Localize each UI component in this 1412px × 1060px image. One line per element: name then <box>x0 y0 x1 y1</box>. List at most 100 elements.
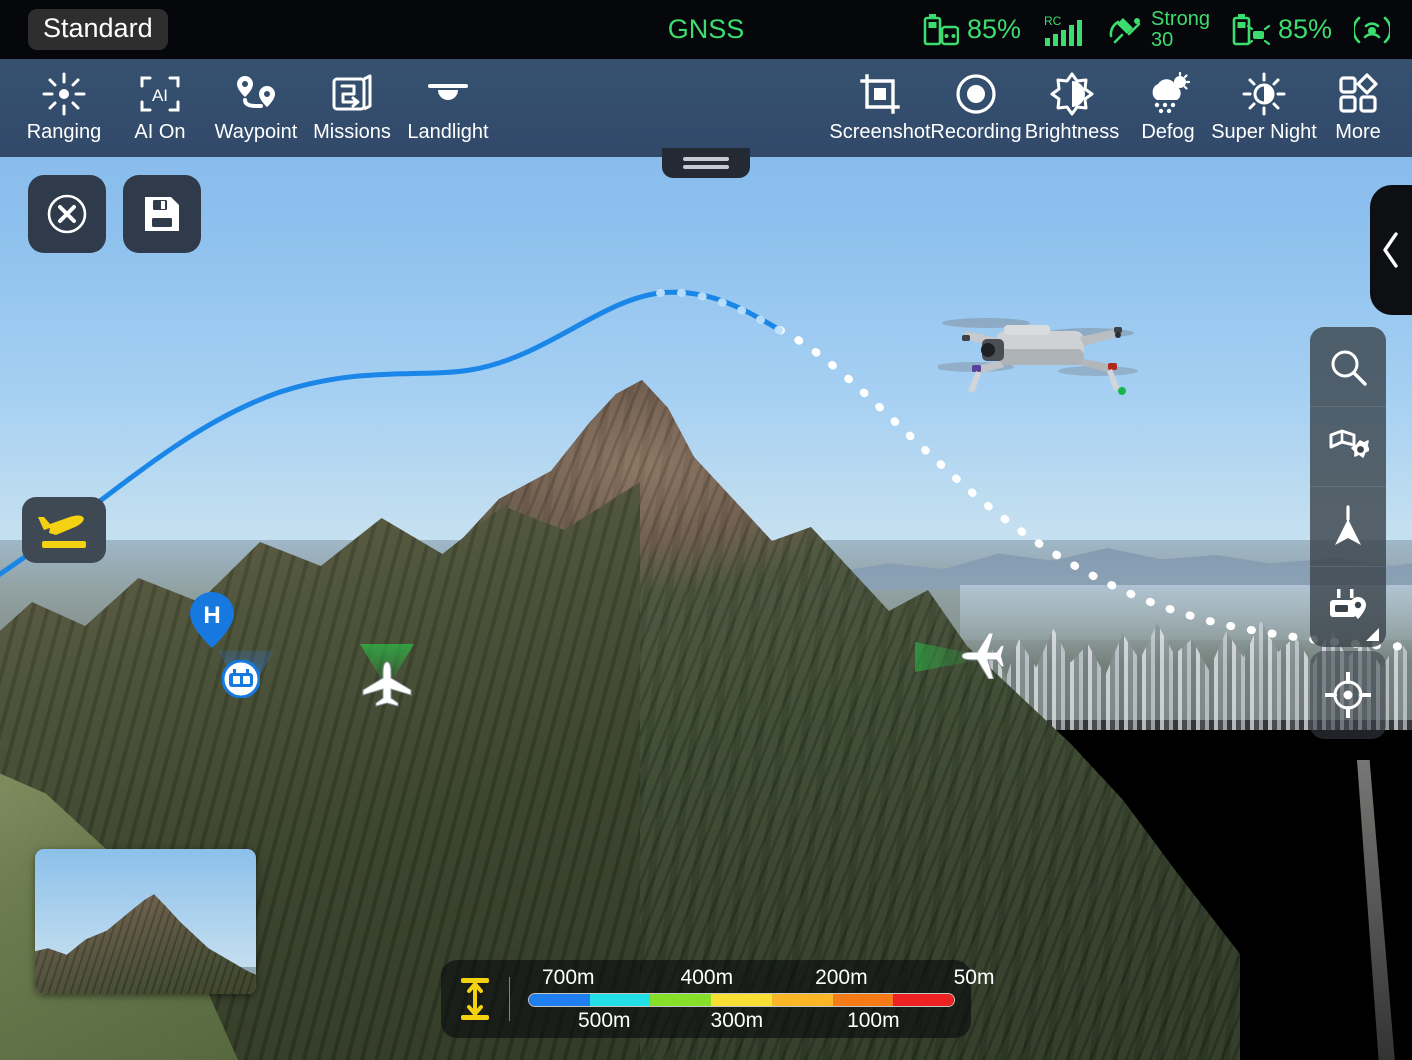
altitude-label: 100m <box>847 1009 900 1032</box>
tool-label: Missions <box>313 121 391 143</box>
tool-super-night[interactable]: Super Night <box>1211 62 1317 154</box>
save-button[interactable] <box>123 175 201 253</box>
gps-readout: Strong 30 <box>1151 9 1210 50</box>
super-night-icon <box>1242 72 1286 116</box>
altitude-legend: 700m 400m 200m 50m 500m 300m 100m <box>441 960 994 1038</box>
road <box>1357 760 1395 1060</box>
tool-label: Ranging <box>26 121 102 143</box>
gps-satellite-count: 30 <box>1151 28 1174 51</box>
recording-icon <box>954 72 998 116</box>
camera-location-icon <box>1330 589 1366 619</box>
drone-3d-model <box>938 318 1138 395</box>
tool-label: More <box>1335 121 1381 143</box>
altitude-segment <box>893 994 954 1006</box>
status-indicators: 85% RC Strong 30 85% <box>923 9 1390 50</box>
edit-action-buttons <box>28 175 201 253</box>
home-pin-label: H <box>203 602 220 629</box>
altitude-scale: 700m 400m 200m 50m 500m 300m 100m <box>528 960 994 1038</box>
rc-signal-bars-icon: RC <box>1044 14 1083 46</box>
close-circle-icon <box>47 194 87 234</box>
drone-flight-app: H Standard GNSS 85% RC Strong 30 85% Ran… <box>0 0 1412 1060</box>
tool-recording[interactable]: Recording <box>928 62 1024 154</box>
altitude-labels-top: 700m 400m 200m 50m <box>528 966 994 990</box>
map-tool-panel <box>1310 327 1386 647</box>
drone-battery-value: 85% <box>1277 14 1332 44</box>
tool-label: AI On <box>134 121 186 143</box>
waypoint-icon <box>233 72 279 116</box>
rc-battery-indicator[interactable]: 85% <box>923 13 1021 46</box>
altitude-label: 50m <box>953 966 995 989</box>
takeoff-button[interactable] <box>22 497 106 563</box>
search-icon <box>1331 350 1367 386</box>
rc-signal-indicator[interactable]: RC <box>1043 13 1087 47</box>
rc-marker-icon[interactable] <box>222 660 260 698</box>
altitude-label: 200m <box>815 966 868 989</box>
brightness-icon <box>1050 72 1094 116</box>
rc-signal-label: RC <box>1044 14 1062 28</box>
missions-icon <box>330 72 374 116</box>
tool-label: Recording <box>930 121 1022 143</box>
transmission-signal-icon <box>1354 16 1390 43</box>
svg-text:AI: AI <box>152 86 168 105</box>
altitude-segment <box>711 994 772 1006</box>
altitude-segment <box>771 994 833 1006</box>
toolbar-right-group: Screenshot Recording Brightness Defog Su… <box>829 62 1404 154</box>
tool-brightness[interactable]: Brightness <box>1024 62 1120 154</box>
tool-label: Super Night <box>1211 121 1317 143</box>
takeoff-plane-icon <box>38 515 86 548</box>
gps-indicator[interactable]: Strong 30 <box>1109 9 1210 50</box>
tool-screenshot[interactable]: Screenshot <box>829 62 931 154</box>
tool-label: Landlight <box>407 121 489 143</box>
camera-preview-thumbnail[interactable] <box>35 849 256 994</box>
flight-mode-badge[interactable]: Standard <box>28 9 168 50</box>
camera-toolbar: Ranging AI AI On Waypoint Missions Landl… <box>0 59 1412 157</box>
transmission-indicator[interactable] <box>1354 13 1390 47</box>
landlight-icon <box>424 72 472 116</box>
aircraft-icon[interactable] <box>957 633 1009 679</box>
satellite-icon <box>1109 17 1141 43</box>
drone-battery-indicator[interactable]: 85% <box>1232 13 1332 46</box>
gps-strength: Strong <box>1151 8 1210 31</box>
toolbar-left-group: Ranging AI AI On Waypoint Missions Landl… <box>16 62 496 154</box>
drag-handle-line <box>683 165 729 169</box>
tool-more[interactable]: More <box>1312 62 1404 154</box>
recenter-button[interactable] <box>1310 651 1386 739</box>
altitude-range-icon <box>441 976 509 1022</box>
altitude-segment <box>589 994 651 1006</box>
tool-ai-on[interactable]: AI AI On <box>112 62 208 154</box>
corner-indicator-icon <box>1366 628 1379 641</box>
defog-icon <box>1145 72 1191 116</box>
tool-defog[interactable]: Defog <box>1120 62 1216 154</box>
tool-label: Brightness <box>1024 121 1120 143</box>
altitude-label: 700m <box>542 966 595 989</box>
rc-battery-icon <box>923 13 959 45</box>
altitude-gradient-bar <box>528 993 955 1007</box>
save-floppy-icon <box>145 197 179 231</box>
north-arrow-icon <box>1335 504 1361 545</box>
tool-waypoint[interactable]: Waypoint <box>208 62 304 154</box>
search-button[interactable] <box>1310 327 1386 407</box>
chevron-left-icon <box>1383 232 1398 268</box>
toolbar-drag-handle[interactable] <box>662 148 750 178</box>
altitude-segment <box>832 994 894 1006</box>
tool-missions[interactable]: Missions <box>304 62 400 154</box>
tool-label: Screenshot <box>829 121 931 143</box>
cancel-button[interactable] <box>28 175 106 253</box>
aircraft-icon[interactable] <box>361 660 413 708</box>
home-pin-icon[interactable]: H <box>190 592 234 648</box>
altitude-segment <box>529 994 590 1006</box>
altitude-label: 400m <box>680 966 734 989</box>
tool-landlight[interactable]: Landlight <box>400 62 496 154</box>
altitude-segment <box>650 994 712 1006</box>
ai-on-icon: AI <box>138 72 182 116</box>
recenter-target-icon <box>1325 672 1371 718</box>
more-grid-icon <box>1336 72 1380 116</box>
altitude-label: 300m <box>710 1009 764 1032</box>
tool-ranging[interactable]: Ranging <box>16 62 112 154</box>
camera-location-button[interactable] <box>1310 567 1386 647</box>
north-compass-button[interactable] <box>1310 487 1386 567</box>
ranging-icon <box>42 72 86 116</box>
collapse-panel-button[interactable] <box>1370 185 1412 315</box>
legend-divider <box>509 977 510 1021</box>
map-settings-button[interactable] <box>1310 407 1386 487</box>
